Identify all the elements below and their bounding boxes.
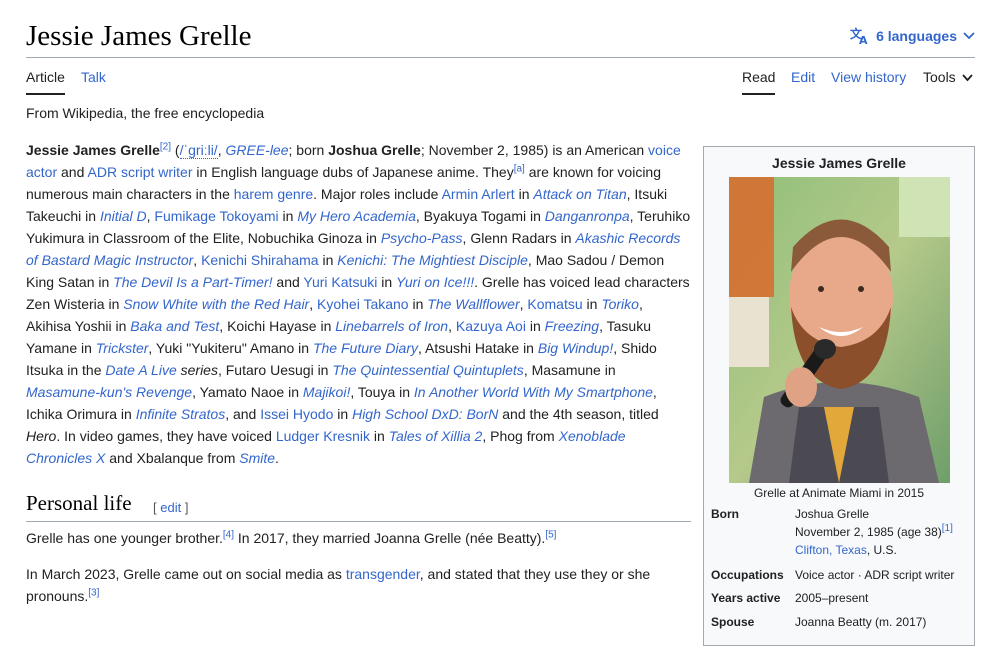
infobox-title: Jessie James Grelle bbox=[772, 155, 906, 171]
link-majikoi[interactable]: Majikoi! bbox=[303, 384, 350, 400]
ref-link[interactable]: [1] bbox=[942, 523, 953, 534]
link-masamune[interactable]: Masamune-kun's Revenge bbox=[26, 384, 192, 400]
link-adr[interactable]: ADR script writer bbox=[88, 164, 193, 180]
link-komatsu[interactable]: Komatsu bbox=[527, 296, 582, 312]
link-transgender[interactable]: transgender bbox=[346, 566, 420, 582]
section-personal-life: Personal life [ edit ] bbox=[26, 489, 691, 522]
page-title: Jessie James Grelle bbox=[26, 20, 252, 52]
article-intro: Jessie James Grelle[2] (/ˈɡriːli/, GREE-… bbox=[26, 139, 691, 483]
ref-link[interactable]: [5] bbox=[545, 529, 556, 540]
personal-paragraph-1: Grelle has one younger brother.[4] In 20… bbox=[26, 529, 557, 546]
link-future-diary[interactable]: The Future Diary bbox=[313, 340, 418, 356]
link-snow-white[interactable]: Snow White with the Red Hair bbox=[123, 296, 309, 312]
link-baka[interactable]: Baka and Test bbox=[130, 318, 219, 334]
link-quint[interactable]: The Quintessential Quintuplets bbox=[332, 362, 523, 378]
link-kenichi-show[interactable]: Kenichi: The Mightiest Disciple bbox=[337, 252, 528, 268]
tab-view-history[interactable]: View history bbox=[831, 69, 906, 93]
infobox-row-occupations: Occupations Voice actor · ADR script wri… bbox=[711, 568, 955, 582]
tab-edit[interactable]: Edit bbox=[791, 69, 815, 93]
tab-article[interactable]: Article bbox=[26, 69, 65, 95]
tabs-row: Article Talk Read Edit View history Tool… bbox=[26, 60, 975, 95]
tagline: From Wikipedia, the free encyclopedia bbox=[26, 105, 265, 121]
link-harem[interactable]: harem genre bbox=[234, 186, 313, 202]
ref-link[interactable]: [4] bbox=[223, 529, 234, 540]
link-psycho-pass[interactable]: Psycho-Pass bbox=[381, 230, 463, 246]
section-edit: [ edit ] bbox=[153, 500, 189, 515]
link-linebarrels[interactable]: Linebarrels of Iron bbox=[335, 318, 448, 334]
languages-label: 6 languages bbox=[876, 28, 957, 44]
respelling-link[interactable]: GREE-lee bbox=[225, 142, 288, 158]
translate-icon: 文 A bbox=[850, 27, 870, 45]
link-devil[interactable]: The Devil Is a Part-Timer! bbox=[113, 274, 272, 290]
personal-life-body: Grelle has one younger brother.[4] In 20… bbox=[26, 527, 691, 621]
title-row: Jessie James Grelle 文 A 6 languages bbox=[26, 18, 975, 58]
link-danganronpa[interactable]: Danganronpa bbox=[545, 208, 630, 224]
ref-link[interactable]: [3] bbox=[88, 587, 99, 598]
link-hsdxd[interactable]: High School DxD: BorN bbox=[352, 406, 498, 422]
link-initial-d[interactable]: Initial D bbox=[100, 208, 147, 224]
languages-button[interactable]: 文 A 6 languages bbox=[850, 27, 975, 45]
link-kazuya[interactable]: Kazuya Aoi bbox=[456, 318, 526, 334]
link-armin[interactable]: Armin Arlert bbox=[442, 186, 515, 202]
birth-name: Joshua Grelle bbox=[328, 142, 421, 158]
link-wallflower[interactable]: The Wallflower bbox=[427, 296, 519, 312]
link-toriko[interactable]: Toriko bbox=[601, 296, 639, 312]
link-xillia[interactable]: Tales of Xillia 2 bbox=[389, 428, 483, 444]
svg-text:A: A bbox=[859, 34, 868, 45]
link-smite[interactable]: Smite bbox=[239, 450, 275, 466]
link-big-windup[interactable]: Big Windup! bbox=[538, 340, 613, 356]
infobox-row-spouse: Spouse Joanna Beatty (m. 2017) bbox=[711, 615, 927, 629]
link-trickster[interactable]: Trickster bbox=[96, 340, 149, 356]
infobox-row-born: Born Joshua Grelle November 2, 1985 (age… bbox=[711, 505, 971, 559]
link-kyohei[interactable]: Kyohei Takano bbox=[317, 296, 409, 312]
link-another-world[interactable]: In Another World With My Smartphone bbox=[414, 384, 653, 400]
link-fumikage[interactable]: Fumikage Tokoyami bbox=[154, 208, 278, 224]
link-freezing[interactable]: Freezing bbox=[545, 318, 599, 334]
tab-read[interactable]: Read bbox=[742, 69, 776, 95]
photo-caption: Grelle at Animate Miami in 2015 bbox=[753, 486, 925, 500]
link-infinite-stratos[interactable]: Infinite Stratos bbox=[136, 406, 226, 422]
chevron-down-icon bbox=[963, 32, 975, 40]
link-kenichi[interactable]: Kenichi Shirahama bbox=[201, 252, 319, 268]
born-label: Born bbox=[711, 507, 739, 521]
personal-paragraph-2: In March 2023, Grelle came out on social… bbox=[26, 566, 651, 604]
link-ludger[interactable]: Ludger Kresnik bbox=[276, 428, 370, 444]
tools-menu[interactable]: Tools bbox=[923, 69, 973, 93]
link-issei[interactable]: Issei Hyodo bbox=[260, 406, 333, 422]
page: Jessie James Grelle 文 A 6 languages Arti… bbox=[26, 0, 975, 646]
link-aot[interactable]: Attack on Titan bbox=[533, 186, 626, 202]
tools-label: Tools bbox=[923, 69, 956, 85]
chevron-down-icon bbox=[962, 69, 973, 85]
section-heading: Personal life bbox=[26, 491, 132, 515]
link-yuri[interactable]: Yuri Katsuki bbox=[303, 274, 377, 290]
section-edit-link[interactable]: edit bbox=[160, 500, 181, 515]
ipa-link[interactable]: /ˈɡriːli/ bbox=[179, 142, 218, 159]
subject-name: Jessie James Grelle bbox=[26, 142, 160, 158]
link-yuri-show[interactable]: Yuri on Ice!!! bbox=[396, 274, 474, 290]
link-clifton[interactable]: Clifton, Texas bbox=[795, 543, 867, 557]
link-mha[interactable]: My Hero Academia bbox=[297, 208, 416, 224]
tab-talk[interactable]: Talk bbox=[81, 69, 106, 93]
intro-paragraph: Jessie James Grelle[2] (/ˈɡriːli/, GREE-… bbox=[26, 141, 691, 466]
portrait-photo[interactable] bbox=[729, 177, 950, 483]
note-link[interactable]: [a] bbox=[514, 163, 525, 174]
infobox-row-years-active: Years active 2005–present bbox=[711, 591, 869, 605]
ref-link[interactable]: [2] bbox=[160, 141, 171, 152]
link-date-a-live[interactable]: Date A Live bbox=[105, 362, 176, 378]
born-value: Joshua Grelle November 2, 1985 (age 38)[… bbox=[795, 507, 953, 557]
infobox: Jessie James Grelle Grelle at Animate Mi… bbox=[703, 146, 975, 646]
